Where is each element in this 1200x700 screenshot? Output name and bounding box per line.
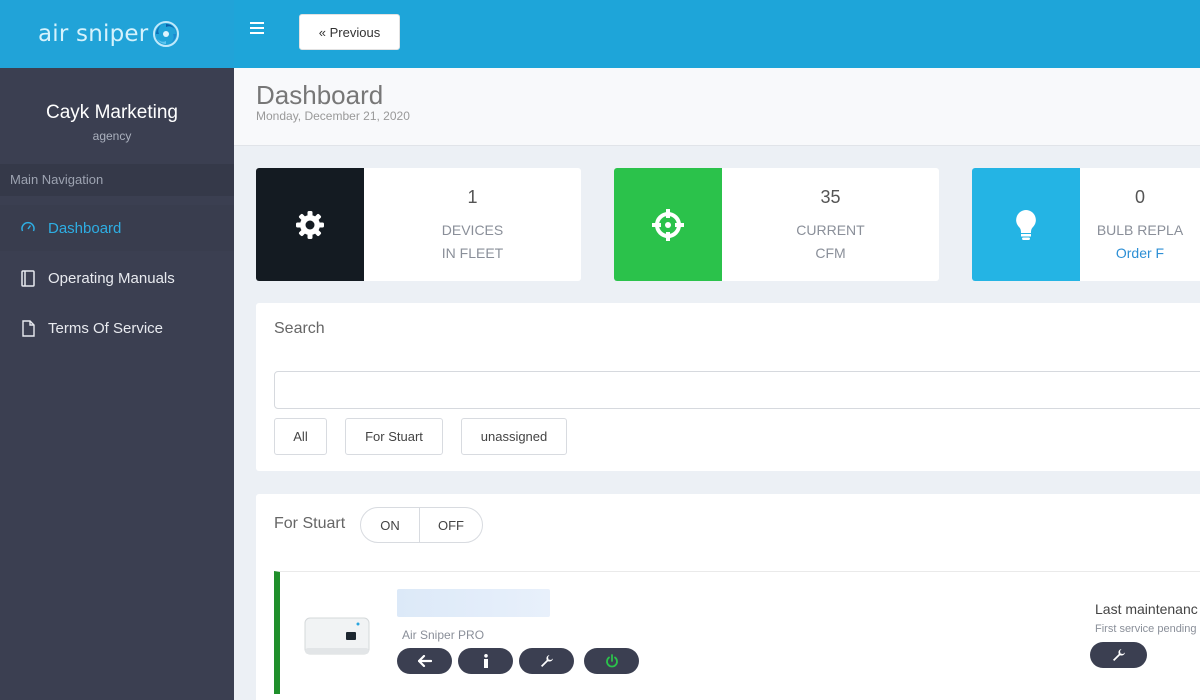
schedule-maintenance-button[interactable] [1090,642,1147,668]
page-date: Monday, December 21, 2020 [256,109,410,123]
device-group-panel: For Stuart ON OFF Air Sniper PRO Last ma… [256,494,1200,700]
page-header: Dashboard Monday, December 21, 2020 [234,68,1200,146]
stat-value: 0 [1134,187,1145,207]
page-title: Dashboard [256,80,384,110]
document-icon [20,319,36,337]
stat-value: 1 [467,187,478,207]
crosshair-icon [614,168,722,281]
sidebar-item-dashboard[interactable]: Dashboard [0,205,234,251]
previous-button[interactable]: « Previous [299,14,400,50]
power-icon [605,654,618,668]
maintenance-status: First service pending [1095,623,1197,635]
device-model: Air Sniper PRO [402,628,485,642]
device-row[interactable]: Air Sniper PRO Last maintenanc First ser… [274,571,1200,694]
filter-all-button[interactable]: All [274,418,327,455]
book-icon [20,269,36,287]
sidebar-item-terms-of-service[interactable]: Terms Of Service [0,305,234,351]
dashboard-gauge-icon [20,219,36,237]
back-arrow-icon [417,655,432,667]
stat-devices-in-fleet: 1 DEVICES IN FLEET [256,168,581,281]
sidebar-item-label: Operating Manuals [48,269,175,287]
maintenance-wrench-button[interactable] [519,648,574,674]
wrench-icon [540,655,553,667]
wrench-icon [1112,649,1125,661]
hamburger-icon[interactable] [250,18,264,38]
order-link[interactable]: Order F [1080,245,1200,261]
top-header: air sniper « Previous [0,0,1200,68]
maintenance-title: Last maintenanc [1095,601,1198,617]
device-image [304,617,370,655]
logo-text: air sniper [38,21,149,47]
sidebar-item-label: Dashboard [48,219,122,237]
stat-bulb-replacement: 0 BULB REPLA Order F [972,168,1200,281]
device-name-redacted [397,589,550,617]
org-name: Cayk Marketing [46,102,178,123]
info-button[interactable] [458,648,513,674]
sidebar-item-label: Terms Of Service [48,319,164,337]
search-panel: Search All For Stuart unassigned [256,303,1200,471]
brand-logo[interactable]: air sniper [0,0,234,68]
info-icon [483,654,488,668]
filter-for-stuart-button[interactable]: For Stuart [345,418,443,455]
nav-header: Main Navigation [0,164,234,196]
stat-label: CURRENT [796,222,865,238]
sidebar: Cayk Marketing agency Main Navigation Da… [0,68,234,700]
search-input[interactable] [274,371,1200,409]
stat-label: BULB REPLA [1096,222,1184,238]
stat-label: DEVICES [441,222,504,238]
gear-icon [256,168,364,281]
stat-current-cfm: 35 CURRENT CFM [614,168,939,281]
stat-label: CFM [815,245,846,261]
group-title: For Stuart [274,515,346,532]
lightbulb-icon [972,168,1080,281]
filter-unassigned-button[interactable]: unassigned [461,418,567,455]
org-role: agency [92,129,132,143]
sidebar-item-operating-manuals[interactable]: Operating Manuals [0,255,234,301]
logo-swirl-icon [153,21,180,47]
main-content: Dashboard Monday, December 21, 2020 1 DE… [234,68,1200,700]
group-on-button[interactable]: ON [360,507,420,543]
stat-label: IN FLEET [441,245,504,261]
back-arrow-button[interactable] [397,648,452,674]
stat-value: 35 [820,187,841,207]
search-title: Search [274,320,325,337]
group-off-button[interactable]: OFF [419,507,483,543]
power-button[interactable] [584,648,639,674]
